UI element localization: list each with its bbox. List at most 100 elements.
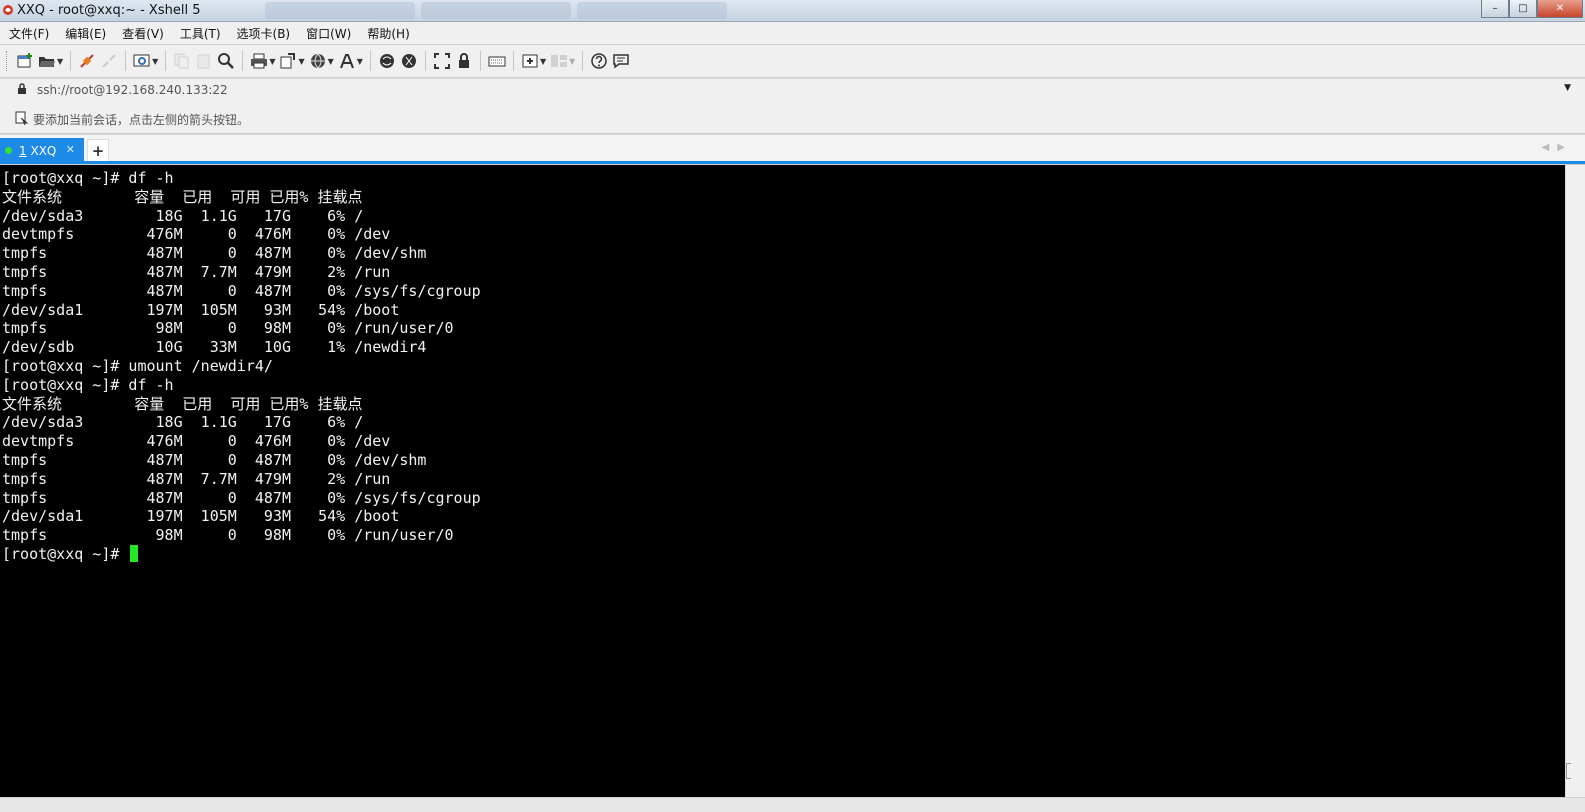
open-session-button[interactable]: ▼ [38, 50, 63, 72]
terminal-line: tmpfs 487M 7.7M 479M 2% /run [2, 469, 391, 488]
toolbar-separator [582, 51, 584, 71]
terminal-line: tmpfs 487M 0 487M 0% /dev/shm [2, 450, 427, 469]
minimize-button[interactable]: – [1481, 0, 1509, 18]
tab-label: 1 XXQ [19, 143, 57, 158]
terminal-line: tmpfs 98M 0 98M 0% /run/user/0 [2, 526, 454, 545]
connection-status-icon [5, 147, 12, 154]
print-button[interactable]: ▼ [250, 50, 275, 72]
disconnect-plug-icon [102, 54, 116, 68]
tab-xxq[interactable]: 1 XXQ ✕ [0, 138, 84, 163]
terminal-line: devtmpfs 476M 0 476M 0% /dev [2, 225, 391, 244]
terminal-line: tmpfs 487M 7.7M 479M 2% /run [2, 262, 391, 281]
xshell-app-icon [2, 4, 14, 16]
terminal-cursor [130, 544, 139, 562]
xmanager-button[interactable] [400, 50, 418, 72]
menu-window[interactable]: 窗口(W) [297, 25, 358, 42]
close-button[interactable]: ✕ [1537, 0, 1583, 18]
menu-tabs[interactable]: 选项卡(B) [228, 25, 298, 42]
title-bar: XXQ - root@xxq:~ - Xshell 5 – □ ✕ [0, 0, 1585, 22]
close-tab-icon[interactable]: ✕ [66, 143, 75, 156]
keyboard-icon [488, 56, 506, 67]
chevron-down-icon: ▼ [57, 56, 64, 66]
file-transfer-icon [280, 53, 296, 69]
terminal-scrollbar[interactable] [1565, 165, 1585, 797]
keyboard-button[interactable] [488, 50, 506, 72]
chat-bubble-icon [613, 54, 629, 69]
tab-underline [0, 161, 1585, 164]
folder-open-icon [39, 57, 55, 67]
chevron-down-icon: ▼ [327, 56, 334, 66]
transfer-button[interactable]: ▼ [279, 50, 305, 72]
terminal-area[interactable]: [root@xxq ~]# df -h 文件系统 容量 已用 可用 已用% 挂载… [0, 165, 1565, 797]
copy-button[interactable] [173, 50, 191, 72]
terminal-line: 文件系统 容量 已用 可用 已用% 挂载点 [2, 394, 363, 413]
chevron-down-icon: ▼ [356, 56, 363, 66]
toolbar-separator [512, 51, 514, 71]
session-hint-bar: 要添加当前会话，点击左侧的箭头按钮。 [0, 101, 1585, 133]
menu-view[interactable]: 查看(V) [113, 25, 171, 42]
help-button[interactable] [590, 50, 608, 72]
layout-button[interactable]: ▼ [550, 50, 575, 72]
toolbar-separator [369, 51, 371, 71]
chevron-down-icon[interactable]: ▼ [1564, 83, 1571, 93]
terminal-output: [root@xxq ~]# df -h 文件系统 容量 已用 可用 已用% 挂载… [2, 169, 481, 564]
connect-button[interactable] [78, 50, 96, 72]
menu-file[interactable]: 文件(F) [0, 25, 56, 42]
address-value[interactable]: ssh://root@192.168.240.133:22 [37, 83, 228, 97]
menu-tools[interactable]: 工具(T) [171, 25, 228, 42]
add-tab-button[interactable]: + [87, 139, 109, 163]
address-bar[interactable]: ssh://root@192.168.240.133:22 ▼ [0, 78, 1585, 102]
chat-button[interactable] [612, 50, 630, 72]
copy-icon [174, 53, 189, 69]
paste-icon [197, 54, 210, 69]
maximize-button[interactable]: □ [1509, 0, 1537, 18]
window-title: XXQ - root@xxq:~ - Xshell 5 [17, 3, 201, 18]
terminal-line: /dev/sda1 197M 105M 93M 54% /boot [2, 507, 400, 526]
printer-icon [251, 53, 268, 69]
toolbar-separator [424, 51, 426, 71]
new-tab-button[interactable]: ▼ [521, 50, 546, 72]
xftp-button[interactable] [378, 50, 396, 72]
terminal-line: /dev/sda3 18G 1.1G 17G 6% / [2, 206, 364, 225]
terminal-line: /dev/sdb 10G 33M 10G 1% /newdir4 [2, 338, 427, 357]
toolbar: ▼ ▼ ▼ ▼ ▼ ▼ ▼ ▼ [0, 45, 1585, 77]
terminal-line: tmpfs 487M 0 487M 0% /dev/shm [2, 244, 427, 263]
new-session-button[interactable] [16, 50, 34, 72]
status-bar [0, 797, 1585, 812]
paste-button[interactable] [195, 50, 213, 72]
terminal-line: [root@xxq ~]# umount /newdir4/ [2, 356, 273, 375]
toolbar-separator [242, 51, 244, 71]
menu-bar: 文件(F) 编辑(E) 查看(V) 工具(T) 选项卡(B) 窗口(W) 帮助(… [0, 22, 1585, 44]
toolbar-separator [479, 51, 481, 71]
terminal-line: [root@xxq ~]# df -h [2, 375, 174, 394]
find-button[interactable] [217, 50, 235, 72]
properties-button[interactable]: ▼ [133, 50, 158, 72]
add-session-arrow-icon[interactable] [15, 111, 29, 128]
fullscreen-button[interactable] [433, 50, 451, 72]
fullscreen-icon [433, 53, 450, 69]
search-icon [218, 53, 235, 69]
terminal-line: devtmpfs 476M 0 476M 0% /dev [2, 432, 391, 451]
disconnect-button[interactable] [100, 50, 118, 72]
terminal-line: [root@xxq ~]# df -h [2, 169, 174, 187]
tab-bar: 1 XXQ ✕ + ◀▶ [0, 134, 1585, 163]
font-button[interactable]: ▼ [338, 50, 363, 72]
menu-help[interactable]: 帮助(H) [358, 25, 416, 42]
layout-icon [551, 55, 568, 67]
encoding-button[interactable]: ▼ [309, 50, 334, 72]
taskbar-background [265, 2, 727, 19]
toolbar-separator [165, 51, 167, 71]
lock-icon [17, 83, 27, 98]
chevron-down-icon: ▼ [152, 56, 159, 66]
chevron-down-icon: ▼ [569, 56, 576, 66]
add-tab-icon [522, 54, 538, 68]
terminal-line: /dev/sda1 197M 105M 93M 54% /boot [2, 300, 400, 319]
lock-button[interactable] [455, 50, 473, 72]
menu-edit[interactable]: 编辑(E) [56, 25, 113, 42]
terminal-prompt: [root@xxq ~]# [2, 544, 129, 563]
xmanager-icon [401, 54, 416, 68]
chevron-down-icon: ▼ [298, 56, 305, 66]
tab-scroll-arrows[interactable]: ◀▶ [1542, 142, 1573, 153]
lock-icon [458, 53, 469, 68]
chevron-down-icon: ▼ [539, 56, 547, 66]
